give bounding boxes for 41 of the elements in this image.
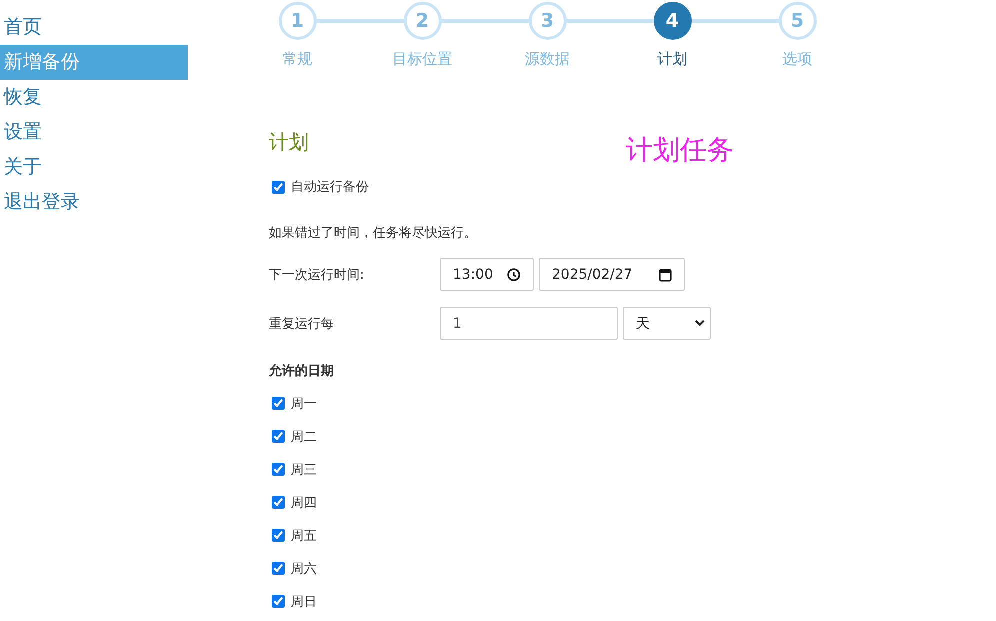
checkbox[interactable] (272, 397, 285, 410)
checkbox[interactable] (272, 529, 285, 542)
section-heading: 计划 (269, 129, 309, 156)
checkbox-label: 周六 (291, 560, 317, 578)
section-label: 允许的日期 (269, 363, 335, 380)
checkbox-label: 周一 (291, 396, 317, 412)
clock-icon (507, 268, 521, 282)
checkbox-label: 周三 (291, 462, 317, 478)
step-circle[interactable]: 4 (654, 2, 692, 40)
date-field[interactable]: 2025/02/27 (539, 258, 685, 291)
note-text: 如果错过了时间，任务将尽快运行。 (269, 225, 478, 242)
checkbox-label: 周日 (291, 594, 317, 610)
step-label: 目标位置 (392, 50, 452, 69)
sidebar-item[interactable]: 关于 (0, 150, 188, 185)
calendar-icon (659, 268, 672, 282)
checkbox-label: 周二 (291, 428, 317, 446)
sidebar-item[interactable]: 退出登录 (0, 185, 188, 220)
checkbox-label: 周四 (291, 494, 317, 512)
sidebar-item[interactable]: 恢复 (0, 80, 188, 115)
number-field[interactable]: 1 (440, 307, 618, 340)
field-label: 重复运行每 (269, 316, 335, 332)
sidebar-item[interactable]: 设置 (0, 115, 188, 150)
step-label: 源数据 (525, 50, 570, 69)
checkbox[interactable] (272, 463, 285, 476)
checkbox-label: 自动运行备份 (291, 179, 369, 196)
unit-dropdown[interactable]: 天 (623, 307, 711, 340)
sidebar-item[interactable]: 首页 (0, 10, 188, 45)
sidebar-item[interactable]: 新增备份 (0, 45, 188, 80)
checkbox-label: 周五 (291, 528, 317, 544)
checkbox[interactable] (272, 595, 285, 608)
field-label: 下一次运行时间: (269, 266, 366, 284)
checkbox[interactable] (272, 562, 285, 575)
chevron-icon (695, 320, 705, 327)
step-label: 计划 (658, 50, 688, 69)
step-label: 选项 (782, 50, 812, 69)
checkbox[interactable] (272, 180, 285, 194)
checkbox[interactable] (272, 496, 285, 509)
checkbox[interactable] (272, 430, 285, 443)
annotation-text: 计划任务 (626, 134, 734, 168)
time-field[interactable]: 13:00 (440, 258, 534, 291)
step-label: 常规 (282, 50, 312, 69)
